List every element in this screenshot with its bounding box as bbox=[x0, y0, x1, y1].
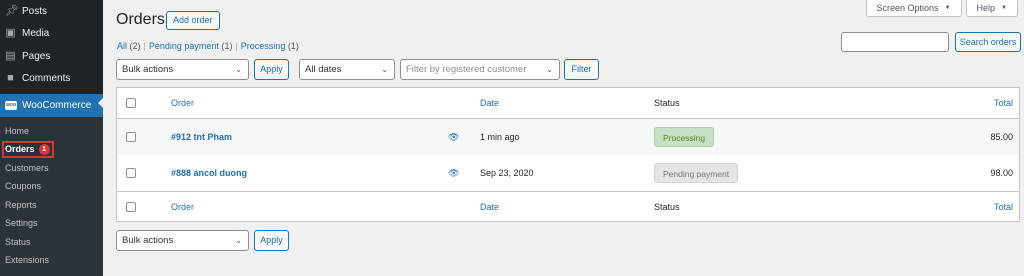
page-title: Orders bbox=[116, 11, 165, 28]
admin-sidebar: 📌︎ Posts ▣ Media ▤ Pages ■ Comments woo … bbox=[0, 0, 103, 276]
menu-item-posts[interactable]: 📌︎ Posts bbox=[0, 0, 103, 23]
date-filter-select[interactable]: All dates ⌄ bbox=[299, 59, 395, 80]
table-row[interactable]: #888 ancol duong 👁︎ Sep 23, 2020 Pending… bbox=[117, 155, 1019, 191]
order-link[interactable]: #888 ancol duong bbox=[171, 155, 247, 191]
submenu-home[interactable]: Home bbox=[0, 122, 103, 141]
select-all-checkbox-footer[interactable] bbox=[126, 202, 136, 212]
date-filter-value: All dates bbox=[305, 64, 342, 75]
bulk-actions-select[interactable]: Bulk actions ⌄ bbox=[116, 59, 249, 80]
submenu-orders[interactable]: Orders 1 bbox=[0, 140, 103, 159]
column-status-footer: Status bbox=[654, 202, 680, 212]
status-filter-links: All (2) | Pending payment (1) | Processing (… bbox=[117, 41, 299, 51]
help-label: Help bbox=[976, 3, 996, 13]
media-icon: ▣ bbox=[5, 27, 16, 40]
column-order-footer[interactable]: Order bbox=[171, 192, 194, 222]
menu-item-pages[interactable]: ▤ Pages bbox=[0, 45, 103, 68]
menu-item-woocommerce[interactable]: woo WooCommerce bbox=[0, 94, 103, 117]
order-date: 1 min ago bbox=[480, 132, 520, 142]
add-order-button[interactable]: Add order bbox=[166, 11, 220, 30]
column-order-header[interactable]: Order bbox=[171, 88, 194, 118]
bulk-actions-value: Bulk actions bbox=[122, 235, 174, 246]
column-total-header[interactable]: Total bbox=[994, 88, 1013, 118]
submenu-reports[interactable]: Reports bbox=[0, 196, 103, 215]
apply-button-bottom[interactable]: Apply bbox=[254, 230, 289, 251]
row-checkbox[interactable] bbox=[126, 168, 136, 178]
status-badge: Pending payment bbox=[654, 163, 739, 183]
pin-icon: 📌︎ bbox=[5, 4, 19, 17]
chevron-down-icon: ⌄ bbox=[546, 65, 553, 74]
screen-meta-links: Screen Options ▼ Help ▼ bbox=[865, 0, 1018, 17]
main-content: Screen Options ▼ Help ▼ Orders Add order… bbox=[103, 0, 1024, 276]
woocommerce-icon: woo bbox=[5, 100, 17, 110]
caret-down-icon: ▼ bbox=[944, 5, 951, 11]
filter-button[interactable]: Filter bbox=[564, 59, 599, 80]
submenu-extensions[interactable]: Extensions bbox=[0, 251, 103, 270]
orders-highlight-box: Orders 1 bbox=[2, 141, 54, 158]
orders-table: Order Date Status Total #912 tnt Pham 👁︎… bbox=[116, 87, 1020, 222]
menu-item-label: WooCommerce bbox=[22, 99, 92, 111]
column-status-header: Status bbox=[654, 98, 680, 108]
menu-item-label: Media bbox=[22, 28, 50, 40]
pages-icon: ▤ bbox=[5, 49, 16, 62]
preview-eye-icon[interactable]: 👁︎ bbox=[448, 155, 459, 191]
customer-filter-select[interactable]: Filter by registered customer ⌄ bbox=[400, 59, 560, 80]
menu-item-label: Pages bbox=[22, 50, 51, 62]
search-input[interactable] bbox=[841, 32, 949, 52]
order-total: 85.00 bbox=[990, 132, 1013, 142]
order-link[interactable]: #912 tnt Pham bbox=[171, 119, 232, 155]
filter-all-link[interactable]: All (2) bbox=[117, 41, 141, 51]
bulk-actions-value: Bulk actions bbox=[122, 64, 174, 75]
select-all-checkbox[interactable] bbox=[126, 98, 136, 108]
customer-filter-placeholder: Filter by registered customer bbox=[406, 64, 527, 75]
screen-options-label: Screen Options bbox=[876, 3, 939, 13]
table-header-row: Order Date Status Total bbox=[117, 88, 1019, 119]
screen-options-button[interactable]: Screen Options ▼ bbox=[865, 0, 962, 17]
submenu-settings[interactable]: Settings bbox=[0, 214, 103, 233]
submenu-customers[interactable]: Customers bbox=[0, 159, 103, 178]
order-date: Sep 23, 2020 bbox=[480, 168, 534, 178]
submenu-status[interactable]: Status bbox=[0, 233, 103, 252]
table-footer-row: Order Date Status Total bbox=[117, 191, 1019, 222]
chevron-down-icon: ⌄ bbox=[235, 236, 242, 245]
menu-item-label: Comments bbox=[22, 73, 71, 85]
chevron-down-icon: ⌄ bbox=[235, 65, 242, 74]
orders-count-badge: 1 bbox=[38, 144, 50, 155]
help-button[interactable]: Help ▼ bbox=[965, 0, 1018, 17]
menu-item-media[interactable]: ▣ Media bbox=[0, 23, 103, 46]
row-checkbox[interactable] bbox=[126, 132, 136, 142]
submenu-orders-label: Orders bbox=[5, 144, 35, 154]
preview-eye-icon[interactable]: 👁︎ bbox=[448, 119, 459, 155]
filter-processing-link[interactable]: Processing (1) bbox=[241, 41, 299, 51]
chevron-down-icon: ⌄ bbox=[381, 65, 388, 74]
apply-button[interactable]: Apply bbox=[254, 59, 289, 80]
status-badge: Processing bbox=[654, 127, 715, 147]
submenu-coupons[interactable]: Coupons bbox=[0, 177, 103, 196]
column-total-footer[interactable]: Total bbox=[994, 192, 1013, 222]
menu-item-comments[interactable]: ■ Comments bbox=[0, 68, 103, 91]
woocommerce-submenu: Home Orders 1 Customers Coupons Reports … bbox=[0, 116, 103, 276]
column-date-footer[interactable]: Date bbox=[480, 192, 499, 222]
bulk-actions-select-bottom[interactable]: Bulk actions ⌄ bbox=[116, 230, 249, 251]
caret-down-icon: ▼ bbox=[1001, 5, 1007, 11]
filter-pending-link[interactable]: Pending payment (1) bbox=[149, 41, 233, 51]
search-orders-button[interactable]: Search orders bbox=[955, 32, 1021, 52]
menu-item-label: Posts bbox=[22, 5, 48, 17]
column-date-header[interactable]: Date bbox=[480, 88, 499, 118]
comment-icon: ■ bbox=[7, 72, 14, 85]
table-row[interactable]: #912 tnt Pham 👁︎ 1 min ago Processing 85… bbox=[117, 119, 1019, 155]
order-total: 98.00 bbox=[990, 168, 1013, 178]
